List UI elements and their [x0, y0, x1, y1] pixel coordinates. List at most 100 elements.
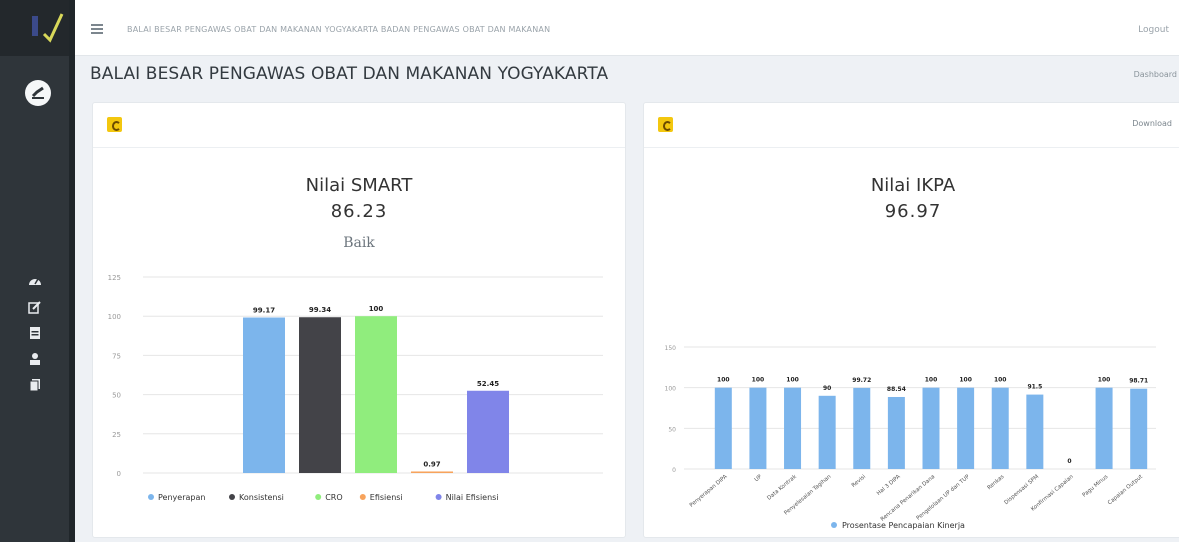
smart-card: Nilai SMART 86.23 Baik 0 25 50 75 100 125 99.1…	[92, 102, 626, 538]
sidebar-item-copy[interactable]	[0, 372, 75, 398]
x-tick-label: Penyerapan DIPA	[689, 474, 729, 509]
bar-ikpa	[887, 396, 905, 469]
data-label: 88.54	[887, 386, 906, 393]
bar-ikpa	[957, 387, 975, 469]
y-tick-label: 50	[112, 392, 121, 400]
page-title: BALAI BESAR PENGAWAS OBAT DAN MAKANAN YO…	[90, 64, 609, 84]
user-icon	[30, 353, 40, 365]
bar-nilai-efisiensi	[467, 390, 509, 473]
smart-note: Baik	[343, 235, 375, 251]
legend-marker	[831, 522, 837, 528]
breadcrumb-dashboard[interactable]: Dashboard	[1134, 70, 1177, 79]
legend-label: Prosentase Pencapaian Kinerja	[842, 521, 965, 530]
ikpa-card: Download Nilai IKPA 96.97 0 50 100 150 100 Pe…	[643, 102, 1179, 538]
sidebar-item-edit[interactable]	[0, 294, 75, 320]
data-label: 0.97	[423, 460, 440, 468]
ikpa-score: 96.97	[884, 201, 942, 222]
x-tick-label: Revisi	[851, 474, 868, 489]
logo-icon[interactable]	[30, 10, 64, 44]
legend-label: Penyerapan	[158, 493, 205, 502]
data-label: 100	[925, 377, 938, 384]
y-tick-label: 0	[672, 467, 676, 474]
data-label: 99.34	[309, 306, 331, 314]
data-label: 100	[752, 377, 765, 384]
smart-title: Nilai SMART	[305, 175, 413, 196]
card-badge-icon[interactable]	[658, 117, 673, 132]
bar-ikpa	[991, 387, 1009, 469]
legend-marker	[435, 494, 442, 500]
data-label: 99.17	[253, 307, 275, 315]
data-label: 91.5	[1027, 384, 1042, 391]
sidebar	[0, 0, 75, 542]
legend-marker	[148, 494, 154, 500]
y-tick-label: 75	[112, 352, 121, 360]
bar-ikpa	[749, 387, 767, 469]
data-label: 90	[823, 385, 831, 392]
x-tick-label: Dispensasi SPM	[1003, 474, 1040, 506]
x-tick-label: UP	[754, 473, 764, 483]
y-tick-label: 100	[108, 313, 121, 321]
data-label: 100	[786, 377, 799, 384]
dashboard-icon	[29, 278, 41, 285]
sidebar-edge	[69, 0, 75, 542]
x-tick-label: Renkas	[987, 474, 1006, 491]
y-tick-label: 25	[112, 431, 121, 439]
card-badge-icon[interactable]	[107, 117, 122, 132]
check-icon	[31, 86, 44, 99]
y-tick-label: 0	[117, 470, 121, 478]
bar-ikpa	[784, 387, 802, 469]
legend-label: Efisiensi	[370, 493, 403, 502]
data-label: 0	[1067, 458, 1071, 465]
ikpa-title: Nilai IKPA	[870, 175, 956, 196]
data-label: 100	[994, 377, 1007, 384]
bar-ikpa	[853, 387, 871, 469]
data-label: 100	[1098, 377, 1111, 384]
legend-marker	[229, 494, 235, 500]
bar-ikpa	[922, 387, 940, 469]
bar-konsistensi	[299, 317, 341, 473]
bar-ikpa	[1026, 394, 1044, 469]
brand-area	[0, 0, 75, 56]
bar-ikpa	[1095, 387, 1113, 469]
data-label: 100	[717, 377, 730, 384]
menu-toggle-icon[interactable]	[91, 24, 103, 34]
data-label: 100	[369, 305, 384, 313]
edit-icon	[28, 301, 41, 314]
bar-cro	[355, 316, 397, 473]
download-link[interactable]: Download	[1132, 119, 1172, 128]
calendar-icon	[30, 327, 40, 339]
bar-ikpa	[1130, 388, 1148, 469]
legend-marker	[359, 494, 366, 500]
top-header: BALAI BESAR PENGAWAS OBAT DAN MAKANAN YO…	[75, 0, 1179, 56]
sidebar-item-calendar[interactable]	[0, 320, 75, 346]
data-label: 100	[959, 377, 972, 384]
smart-score: 86.23	[330, 201, 388, 222]
x-tick-label: Hal 3 DIPA	[876, 474, 902, 497]
sidebar-item-user[interactable]	[0, 346, 75, 372]
bar-ikpa	[714, 387, 732, 469]
avatar[interactable]	[25, 80, 51, 106]
card-divider	[644, 147, 1179, 148]
y-tick-label: 50	[668, 426, 676, 433]
x-tick-label: Data Kontrak	[766, 473, 798, 501]
legend-label: Nilai Efisiensi	[446, 493, 499, 502]
bar-ikpa	[818, 395, 836, 469]
x-tick-label: Capaian Output	[1107, 473, 1145, 506]
breadcrumb: BALAI BESAR PENGAWAS OBAT DAN MAKANAN YO…	[127, 25, 551, 34]
legend-label: Konsistensi	[239, 493, 284, 502]
y-tick-label: 100	[665, 386, 677, 393]
legend-label: CRO	[325, 493, 342, 502]
bar-penyerapan	[243, 317, 285, 473]
data-label: 99.72	[852, 377, 871, 384]
smart-chart: 0 25 50 75 100 125 99.17 99.34 100 0.97 52.45 Penye…	[108, 274, 603, 502]
sidebar-nav	[0, 268, 75, 398]
card-divider	[93, 147, 625, 148]
copy-icon	[29, 379, 40, 392]
x-tick-label: Pagu Minus	[1082, 474, 1110, 499]
data-label: 52.45	[477, 380, 499, 388]
logout-link[interactable]: Logout	[1138, 25, 1169, 35]
sidebar-item-dashboard[interactable]	[0, 268, 75, 294]
y-tick-label: 125	[108, 274, 121, 282]
bar-efisiensi	[411, 471, 453, 473]
ikpa-chart: 0 50 100 150 100 Penyerapan DIPA 100 UP 100 Data …	[665, 345, 1156, 530]
